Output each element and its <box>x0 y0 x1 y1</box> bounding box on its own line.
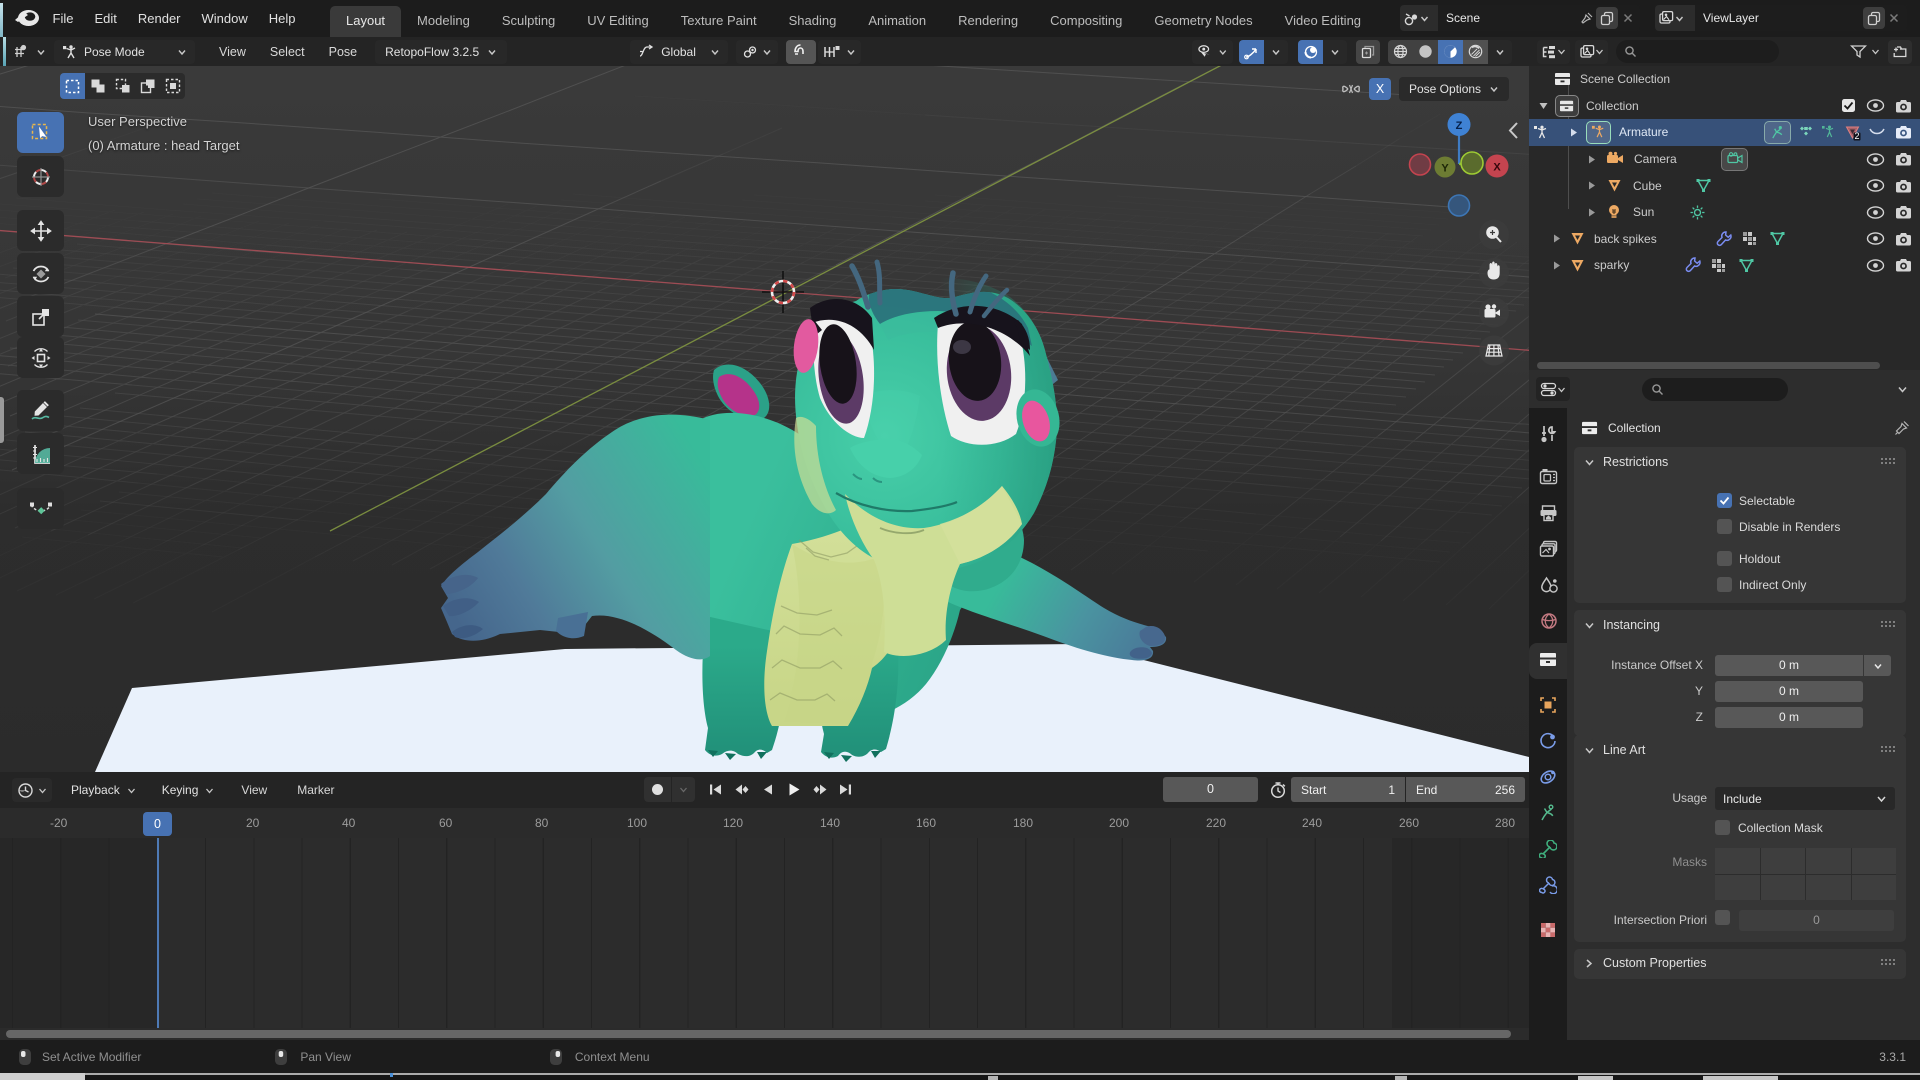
svg-text:Y: Y <box>1441 163 1449 175</box>
svg-text:Z: Z <box>1456 120 1463 132</box>
svg-text:X: X <box>1493 162 1501 174</box>
svg-text:2: 2 <box>1854 131 1859 141</box>
